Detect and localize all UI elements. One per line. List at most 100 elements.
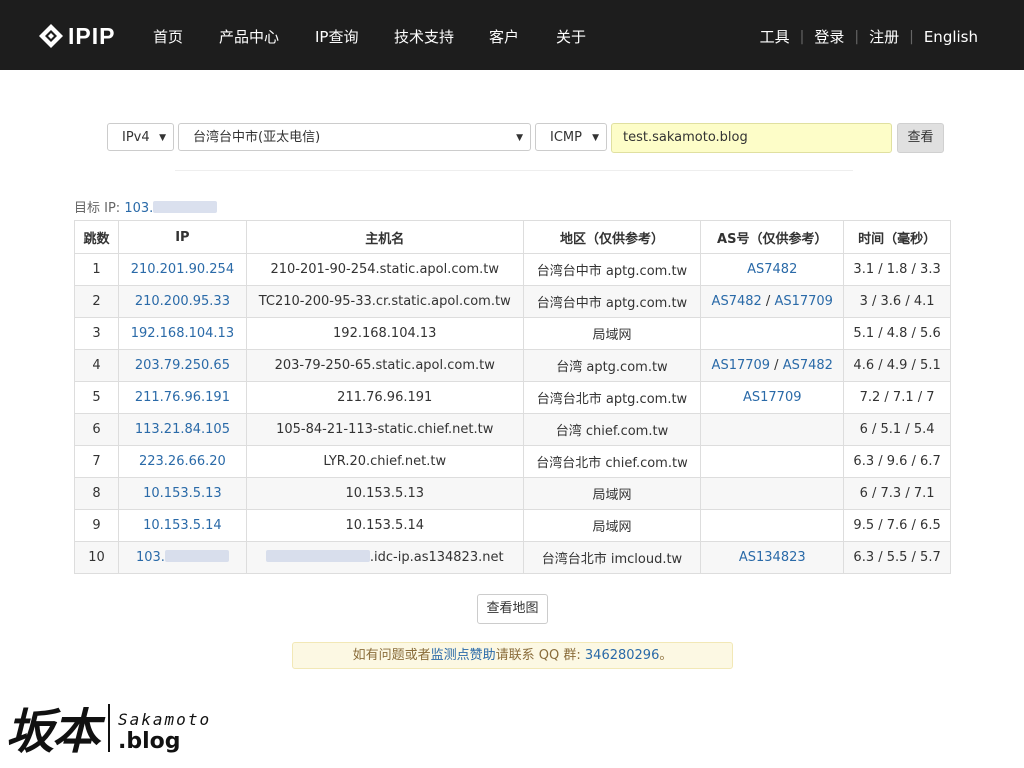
col-as: AS号（仅供参考） — [700, 220, 845, 254]
ipip-logo[interactable]: IPIP — [38, 22, 115, 50]
ip-link[interactable]: 223.26.66.20 — [139, 454, 226, 469]
hop-cell: 5 — [74, 381, 119, 414]
as-link[interactable]: AS17709 — [743, 390, 802, 405]
time-cell: 3.1 / 1.8 / 3.3 — [843, 253, 951, 286]
ip-cell: 10.153.5.13 — [117, 477, 247, 510]
hop-cell: 10 — [74, 541, 119, 574]
redacted-mask — [164, 550, 229, 562]
hop-cell: 9 — [74, 509, 119, 542]
nav-home[interactable]: 首页 — [153, 26, 183, 47]
redacted-mask — [265, 550, 370, 562]
as-cell: AS134823 — [700, 541, 845, 574]
hostname-cell: .idc-ip.as134823.net — [245, 541, 524, 574]
as-link[interactable]: AS7482 — [712, 294, 762, 309]
ip-link[interactable]: 211.76.96.191 — [135, 390, 230, 405]
protocol-select[interactable]: ICMP ▼ — [535, 123, 607, 151]
col-time: 时间（毫秒） — [843, 220, 951, 254]
latency-text: 9.5 / 7.6 / 6.5 — [853, 518, 941, 533]
table-row: 9 10.153.5.14 10.153.5.14 局域网 9.5 / 7.6 / 6.… — [74, 509, 951, 542]
region-text: 台湾台北市 aptg.com.tw — [536, 392, 688, 407]
hop-cell: 7 — [74, 445, 119, 478]
nav-about[interactable]: 关于 — [556, 26, 586, 47]
region-text: 台湾 aptg.com.tw — [556, 360, 668, 375]
nav-customers[interactable]: 客户 — [489, 26, 519, 47]
nav-login[interactable]: 登录 — [814, 26, 844, 47]
ip-link[interactable]: 10.153.5.13 — [143, 486, 222, 501]
host-input[interactable]: test.sakamoto.blog — [611, 123, 892, 153]
region-text: 局域网 — [592, 520, 632, 535]
region-text: 台湾台中市 aptg.com.tw — [536, 296, 688, 311]
hop-cell: 1 — [74, 253, 119, 286]
ip-link[interactable]: 203.79.250.65 — [135, 358, 230, 373]
time-cell: 5.1 / 4.8 / 5.6 — [843, 317, 951, 350]
latency-text: 3.1 / 1.8 / 3.3 — [853, 262, 941, 277]
as-link[interactable]: AS17709 — [774, 294, 833, 309]
region-cell: 局域网 — [522, 477, 702, 510]
notice-text: 。 — [659, 648, 673, 663]
table-row: 5 211.76.96.191 211.76.96.191 台湾台北市 aptg.co… — [74, 381, 951, 414]
region-text: 局域网 — [592, 328, 632, 343]
latency-text: 7.2 / 7.1 / 7 — [859, 390, 935, 405]
nav-products[interactable]: 产品中心 — [219, 26, 279, 47]
nav-divider: | — [854, 28, 860, 45]
as-link[interactable]: AS7482 — [747, 262, 797, 277]
nav-tools[interactable]: 工具 — [760, 26, 790, 47]
notice-text: 如有问题或者 — [352, 648, 431, 663]
nav-tech-support[interactable]: 技术支持 — [394, 26, 454, 47]
hop-number: 1 — [92, 262, 101, 277]
nav-register[interactable]: 注册 — [869, 26, 899, 47]
hop-number: 3 — [92, 326, 101, 341]
time-cell: 7.2 / 7.1 / 7 — [843, 381, 951, 414]
nav-ip-lookup[interactable]: IP查询 — [315, 26, 358, 47]
region-text: 台湾台中市 aptg.com.tw — [536, 264, 688, 279]
latency-text: 3 / 3.6 / 4.1 — [859, 294, 935, 309]
nav-divider: | — [909, 28, 914, 45]
hop-number: 2 — [92, 294, 101, 309]
as-cell — [700, 413, 845, 446]
table-row: 2 210.200.95.33 TC210-200-95-33.cr.static.… — [74, 285, 951, 318]
nav-english[interactable]: English — [924, 28, 978, 46]
hop-cell: 6 — [74, 413, 119, 446]
col-hostname: 主机名 — [245, 220, 524, 254]
ip-version-select[interactable]: IPv4 ▼ — [107, 123, 174, 151]
as-cell: AS17709 — [700, 381, 845, 414]
hostname-cell: 105-84-21-113-static.chief.net.tw — [245, 413, 524, 446]
qq-group-link[interactable]: 346280296 — [585, 648, 659, 663]
ip-cell: 211.76.96.191 — [117, 381, 247, 414]
ip-link[interactable]: 103. — [136, 550, 165, 565]
hop-number: 7 — [92, 454, 101, 469]
sponsor-link[interactable]: 监测点赞助 — [431, 648, 496, 663]
trace-table-body: 1 210.201.90.254 210-201-90-254.static.apo… — [74, 253, 951, 574]
ip-link[interactable]: 210.200.95.33 — [135, 294, 230, 309]
table-row: 1 210.201.90.254 210-201-90-254.static.apo… — [74, 253, 951, 286]
table-row: 8 10.153.5.13 10.153.5.13 局域网 6 / 7.3 / 7.1 — [74, 477, 951, 510]
col-hop: 跳数 — [74, 220, 119, 254]
ip-cell: 113.21.84.105 — [117, 413, 247, 446]
ip-link[interactable]: 10.153.5.14 — [143, 518, 222, 533]
chevron-down-icon: ▼ — [159, 133, 166, 143]
as-cell: AS7482 / AS17709 — [700, 285, 845, 318]
time-cell: 9.5 / 7.6 / 6.5 — [843, 509, 951, 542]
ip-link[interactable]: 210.201.90.254 — [131, 262, 234, 277]
ip-link[interactable]: 113.21.84.105 — [135, 422, 230, 437]
as-separator: / — [770, 358, 783, 373]
view-map-button[interactable]: 查看地图 — [477, 594, 548, 624]
node-value: 台湾台中市(亚太电信) — [193, 130, 321, 145]
as-link[interactable]: AS7482 — [783, 358, 833, 373]
region-text: 局域网 — [592, 488, 632, 503]
hostname-text: 10.153.5.13 — [345, 486, 425, 501]
submit-button[interactable]: 查看 — [897, 123, 944, 153]
ip-cell: 103. — [117, 541, 247, 574]
node-select[interactable]: 台湾台中市(亚太电信) ▼ — [178, 123, 531, 151]
as-link[interactable]: AS134823 — [739, 550, 806, 565]
as-link[interactable]: AS17709 — [712, 358, 771, 373]
ip-link[interactable]: 192.168.104.13 — [131, 326, 234, 341]
table-row: 4 203.79.250.65 203-79-250-65.static.apol.… — [74, 349, 951, 382]
time-cell: 6.3 / 9.6 / 6.7 — [843, 445, 951, 478]
time-cell: 6 / 5.1 / 5.4 — [843, 413, 951, 446]
target-ip-value[interactable]: 103. — [124, 201, 218, 216]
region-cell: 台湾 chief.com.tw — [522, 413, 702, 446]
hostname-cell: 10.153.5.14 — [245, 509, 524, 542]
region-cell: 台湾台北市 imcloud.tw — [522, 541, 702, 574]
hostname-text: 203-79-250-65.static.apol.com.tw — [274, 358, 495, 373]
